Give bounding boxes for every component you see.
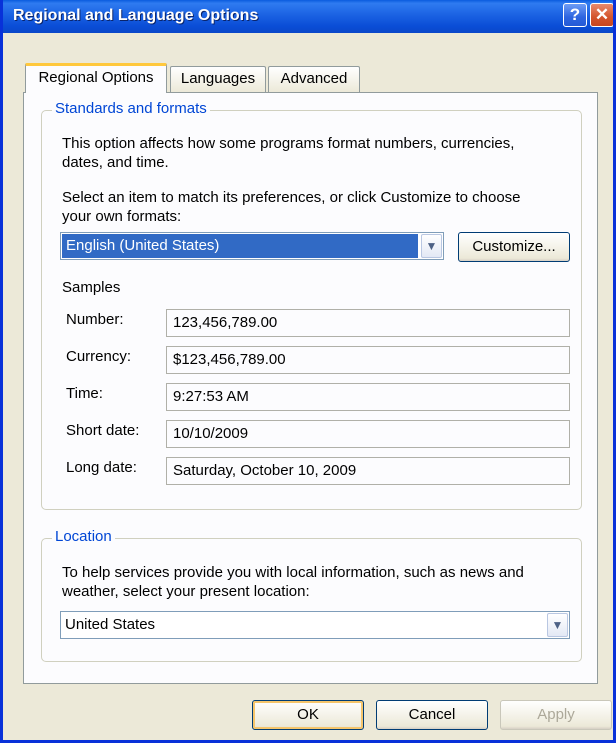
sample-currency-value: $123,456,789.00 (166, 346, 570, 374)
window-title: Regional and Language Options (13, 7, 259, 24)
apply-button[interactable]: Apply (500, 700, 612, 730)
standards-formats-group: Standards and formats This option affect… (41, 100, 582, 510)
close-icon: ✕ (594, 5, 610, 24)
location-description-line1: To help services provide you with local … (62, 564, 524, 581)
sample-long-date-label: Long date: (66, 459, 137, 476)
location-description-line2: weather, select your present location: (62, 583, 310, 600)
cancel-button[interactable]: Cancel (376, 700, 488, 730)
tab-regional-options[interactable]: Regional Options (25, 63, 167, 93)
standards-description-line2: dates, and time. (62, 154, 169, 171)
location-select[interactable]: United States ▼ (60, 611, 570, 639)
sample-time-label: Time: (66, 385, 103, 402)
dialog-window: Regional and Language Options ? ✕ Region… (0, 0, 616, 743)
customize-button[interactable]: Customize... (458, 232, 570, 262)
location-select-value: United States (65, 616, 156, 633)
select-instructions-line1: Select an item to match its preferences,… (62, 189, 521, 206)
standards-description-line1: This option affects how some programs fo… (62, 135, 515, 152)
help-icon: ? (569, 5, 581, 24)
tab-advanced[interactable]: Advanced (268, 66, 360, 92)
sample-short-date-value: 10/10/2009 (166, 420, 570, 448)
chevron-down-icon[interactable]: ▼ (421, 234, 442, 258)
chevron-down-icon[interactable]: ▼ (547, 613, 568, 637)
select-instructions-line2: your own formats: (62, 208, 182, 225)
title-bar[interactable]: Regional and Language Options ? ✕ (3, 0, 613, 33)
format-select-value: English (United States) (62, 234, 418, 258)
format-select[interactable]: English (United States) ▼ (60, 232, 444, 260)
sample-short-date-label: Short date: (66, 422, 140, 439)
sample-number-value: 123,456,789.00 (166, 309, 570, 337)
tab-panel-regional-options: Standards and formats This option affect… (23, 92, 598, 684)
ok-button[interactable]: OK (252, 700, 364, 730)
standards-formats-legend: Standards and formats (52, 100, 210, 117)
close-button[interactable]: ✕ (590, 3, 613, 27)
sample-long-date-value: Saturday, October 10, 2009 (166, 457, 570, 485)
location-legend: Location (52, 528, 115, 545)
location-group: Location To help services provide you wi… (41, 528, 582, 662)
sample-number-label: Number: (66, 311, 124, 328)
sample-time-value: 9:27:53 AM (166, 383, 570, 411)
samples-heading: Samples (62, 279, 121, 296)
help-button[interactable]: ? (563, 3, 587, 27)
sample-currency-label: Currency: (66, 348, 132, 365)
tab-languages[interactable]: Languages (170, 66, 266, 92)
